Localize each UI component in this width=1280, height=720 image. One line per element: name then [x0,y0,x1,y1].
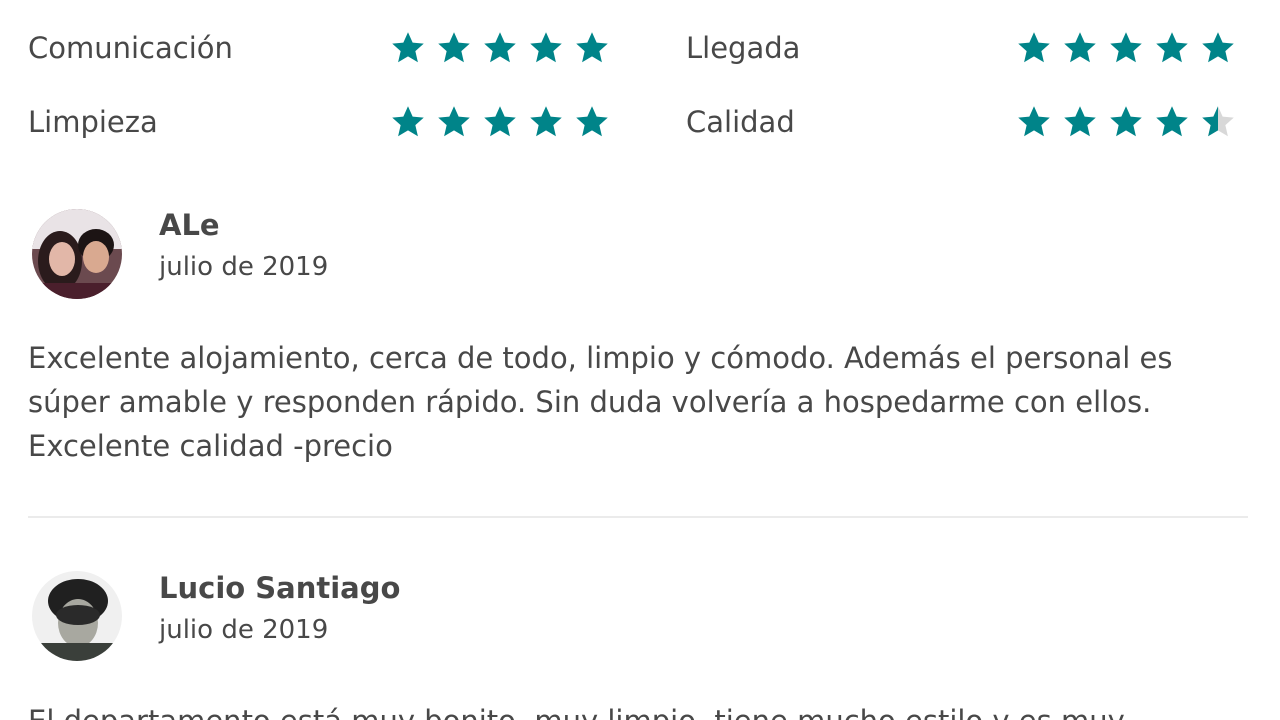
rating-label-llegada: Llegada [686,31,801,65]
star-full-icon [528,30,564,66]
review-item: ALe julio de 2019 Excelente alojamiento,… [28,208,1252,468]
review-date: julio de 2019 [159,252,329,282]
user-photo-icon[interactable] [32,209,122,299]
reviews-page: Comunicación Llegada Limpieza Calidad AL… [0,0,1280,720]
rating-label-calidad: Calidad [686,105,795,139]
rating-label-limpieza: Limpieza [28,105,158,139]
user-photo-icon[interactable] [32,571,122,661]
rating-label-comunicacion: Comunicación [28,31,233,65]
rating-stars-calidad [1016,104,1236,140]
rating-row: Limpieza Calidad [28,102,1252,142]
rating-stars-comunicacion [390,30,610,66]
star-full-icon [1016,104,1052,140]
star-full-icon [1108,104,1144,140]
star-full-icon [482,30,518,66]
star-full-icon [1154,104,1190,140]
star-full-icon [574,30,610,66]
star-full-icon [1108,30,1144,66]
star-full-icon [436,30,472,66]
rating-stars-llegada [1016,30,1236,66]
review-divider [28,516,1248,518]
star-half-icon [1200,104,1236,140]
star-full-icon [574,104,610,140]
star-full-icon [390,104,426,140]
star-full-icon [436,104,472,140]
review-item: Lucio Santiago julio de 2019 El departam… [28,571,1252,720]
star-full-icon [1154,30,1190,66]
review-date: julio de 2019 [159,615,329,645]
star-full-icon [1062,104,1098,140]
review-text: Excelente alojamiento, cerca de todo, li… [28,341,1173,463]
star-full-icon [482,104,518,140]
star-full-icon [1200,30,1236,66]
star-full-icon [1062,30,1098,66]
reviewer-name[interactable]: Lucio Santiago [159,571,400,605]
rating-stars-limpieza [390,104,610,140]
reviewer-name[interactable]: ALe [159,208,220,242]
rating-row: Comunicación Llegada [28,28,1252,68]
star-full-icon [390,30,426,66]
star-full-icon [528,104,564,140]
review-text: El departamento está muy bonito, muy lim… [28,699,1252,720]
star-full-icon [1016,30,1052,66]
